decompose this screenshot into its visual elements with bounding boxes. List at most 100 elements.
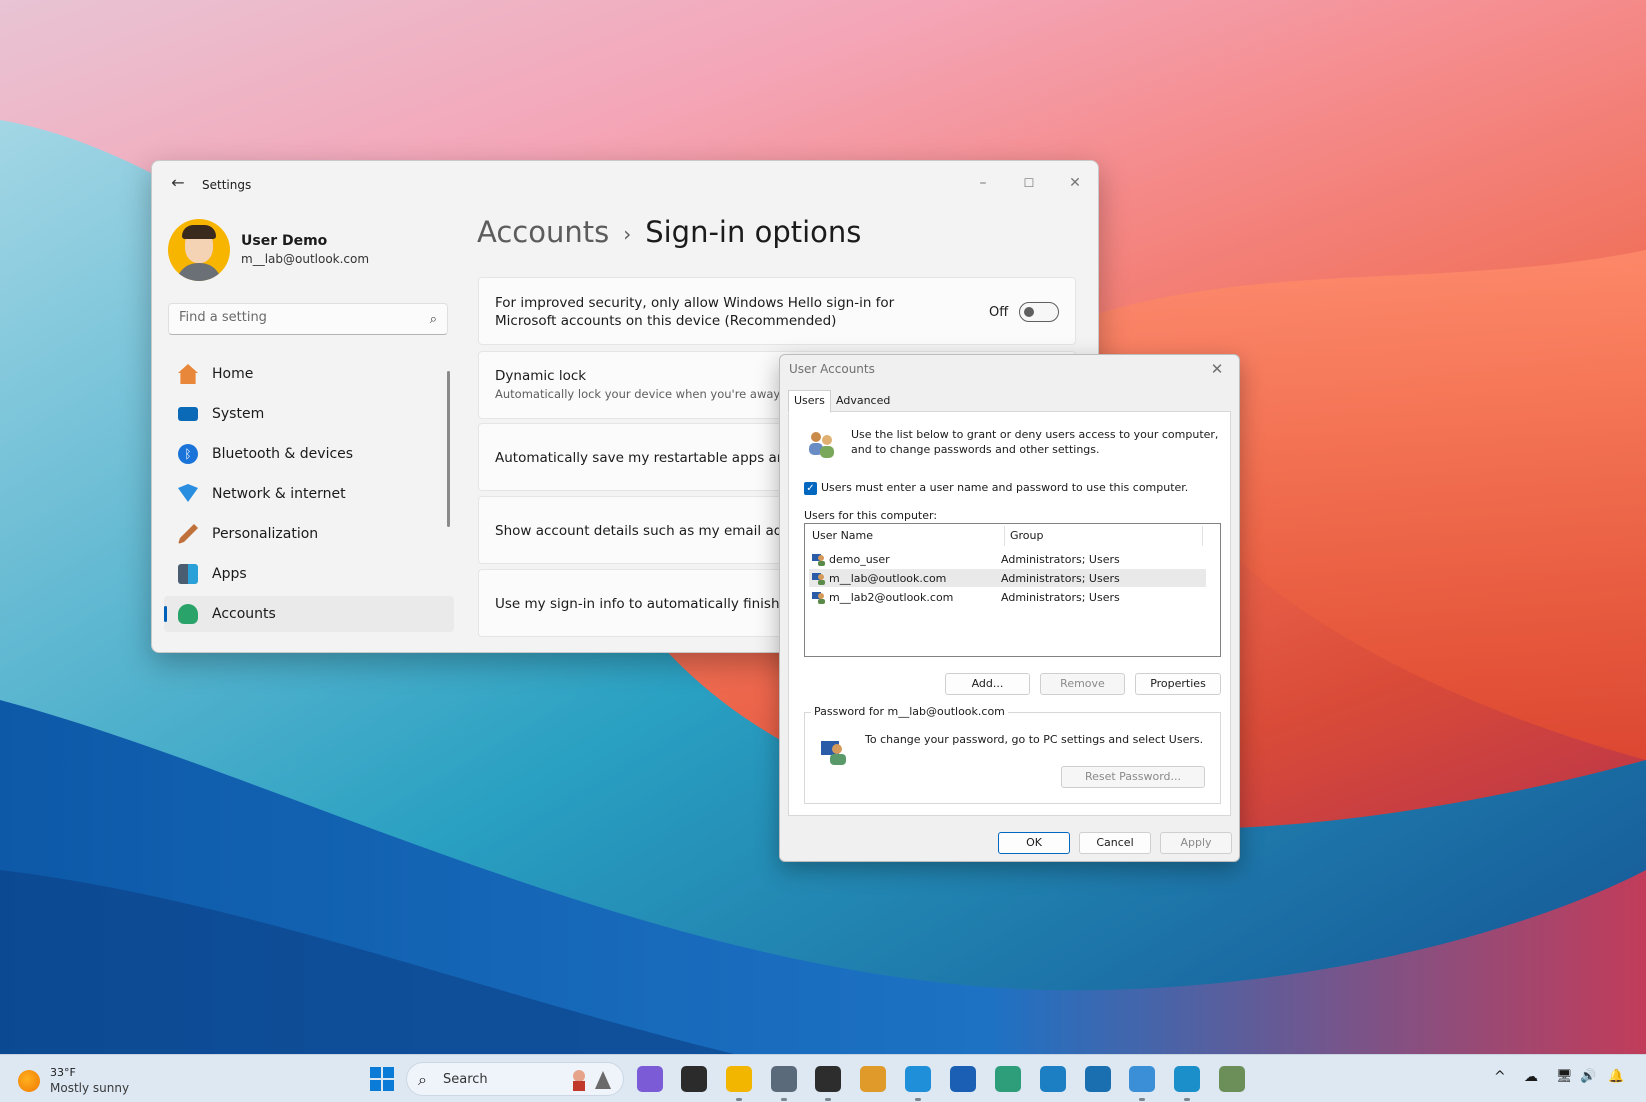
cancel-button[interactable]: Cancel xyxy=(1079,832,1151,854)
reset-password-button[interactable]: Reset Password... xyxy=(1061,766,1205,788)
sidebar-item-label: Personalization xyxy=(212,526,319,542)
running-indicator xyxy=(736,1098,742,1101)
user-profile-card[interactable]: User Demo m__lab@outlook.com xyxy=(168,219,438,283)
store-icon[interactable] xyxy=(950,1066,976,1092)
remove-user-button[interactable]: Remove xyxy=(1040,673,1125,695)
edge-canary-icon[interactable] xyxy=(995,1066,1021,1092)
running-indicator xyxy=(915,1098,921,1101)
card-title: Show account details such as my email ad… xyxy=(495,523,812,539)
settings-titlebar: ← Settings – ☐ ✕ xyxy=(152,161,1098,205)
info-text: Use the list below to grant or deny user… xyxy=(851,428,1219,456)
tab-users[interactable]: Users xyxy=(788,390,831,413)
back-arrow-icon[interactable]: ← xyxy=(168,175,188,191)
sidebar-item-personalization[interactable]: Personalization xyxy=(164,516,454,552)
column-header-user-name[interactable]: User Name xyxy=(812,529,873,542)
users-list-label: Users for this computer: xyxy=(804,509,938,522)
settings-nav: Home System ᛒ Bluetooth & devices Networ… xyxy=(164,356,454,636)
page-title: Sign-in options xyxy=(645,215,862,249)
user-name-cell: demo_user xyxy=(829,553,890,566)
settings-app-icon[interactable] xyxy=(771,1066,797,1092)
taskbar-search-label: Search xyxy=(443,1072,488,1087)
properties-button[interactable]: Properties xyxy=(1135,673,1221,695)
windows-hello-toggle[interactable] xyxy=(1019,302,1059,322)
find-setting-box[interactable]: ⌕ xyxy=(168,303,448,335)
edge-beta-icon[interactable] xyxy=(1040,1066,1066,1092)
file-explorer-icon[interactable] xyxy=(726,1066,752,1092)
system-icon xyxy=(178,407,198,421)
notes-app-icon[interactable] xyxy=(860,1066,886,1092)
user-icon xyxy=(812,592,825,604)
notifications-icon[interactable]: 🔔 xyxy=(1608,1069,1624,1084)
home-icon xyxy=(178,364,198,384)
add-user-button[interactable]: Add... xyxy=(945,673,1030,695)
user-icon xyxy=(812,554,825,566)
minimize-button[interactable]: – xyxy=(960,169,1006,197)
sidebar-item-label: Network & internet xyxy=(212,486,346,502)
table-row-selected[interactable]: m__lab@outlook.com Administrators; Users xyxy=(809,569,1206,587)
onedrive-cloud-icon[interactable]: ☁ xyxy=(1524,1069,1538,1085)
toggle-state-label: Off xyxy=(989,305,1009,320)
require-password-label[interactable]: Users must enter a user name and passwor… xyxy=(821,481,1188,494)
password-group-legend: Password for m__lab@outlook.com xyxy=(811,705,1008,718)
settings-window-title: Settings xyxy=(202,178,252,192)
user-icon xyxy=(812,573,825,585)
user-accounts-dialog: User Accounts ✕ Users Advanced Use the l… xyxy=(779,354,1240,862)
sidebar-item-label: Bluetooth & devices xyxy=(212,446,354,462)
wifi-icon xyxy=(178,484,198,502)
search-highlight-icon xyxy=(573,1070,611,1091)
breadcrumb-parent[interactable]: Accounts xyxy=(477,215,609,249)
edge-icon[interactable] xyxy=(905,1066,931,1092)
sidebar-item-label: System xyxy=(212,406,265,422)
users-list-header: User Name Group xyxy=(805,524,1220,548)
apply-button[interactable]: Apply xyxy=(1160,832,1232,854)
sidebar-item-system[interactable]: System xyxy=(164,396,454,432)
chevron-up-icon[interactable]: ^ xyxy=(1494,1069,1506,1085)
user-name-cell: m__lab2@outlook.com xyxy=(829,591,954,604)
column-header-group[interactable]: Group xyxy=(1010,529,1044,542)
weather-widget[interactable]: 33°F Mostly sunny xyxy=(18,1064,178,1096)
card-title: Dynamic lock xyxy=(495,368,587,384)
search-icon: ⌕ xyxy=(418,1070,427,1089)
windows-start-icon[interactable] xyxy=(370,1067,394,1091)
user-name: User Demo xyxy=(241,233,328,249)
apps-icon xyxy=(178,564,198,584)
accounts-icon xyxy=(178,604,198,624)
sidebar-item-home[interactable]: Home xyxy=(164,356,454,392)
running-indicator xyxy=(1184,1098,1190,1101)
sidebar-scrollbar[interactable] xyxy=(447,371,450,527)
card-title: Use my sign-in info to automatically fin… xyxy=(495,596,810,612)
card-title: For improved security, only allow Window… xyxy=(495,295,895,329)
dialog-title: User Accounts xyxy=(789,362,875,376)
sidebar-item-apps[interactable]: Apps xyxy=(164,556,454,592)
volume-icon[interactable]: 🔊 xyxy=(1580,1069,1596,1084)
sidebar-item-bluetooth[interactable]: ᛒ Bluetooth & devices xyxy=(164,436,454,472)
table-row[interactable]: demo_user Administrators; Users xyxy=(809,550,1206,568)
close-button[interactable]: ✕ xyxy=(1052,169,1098,197)
search-icon: ⌕ xyxy=(429,312,437,327)
task-view-icon[interactable] xyxy=(681,1066,707,1092)
notepad-icon[interactable] xyxy=(1129,1066,1155,1092)
users-list[interactable]: User Name Group demo_user Administrators… xyxy=(804,523,1221,657)
sidebar-item-accounts[interactable]: Accounts xyxy=(164,596,454,632)
table-row[interactable]: m__lab2@outlook.com Administrators; User… xyxy=(809,588,1206,606)
tab-advanced[interactable]: Advanced xyxy=(830,390,896,412)
copilot-icon[interactable] xyxy=(637,1066,663,1092)
maximize-button[interactable]: ☐ xyxy=(1006,169,1052,197)
user-accounts-icon[interactable] xyxy=(1219,1066,1245,1092)
edge-dev-icon[interactable] xyxy=(1085,1066,1111,1092)
terminal-icon[interactable] xyxy=(815,1066,841,1092)
sidebar-item-network[interactable]: Network & internet xyxy=(164,476,454,512)
taskbar-search[interactable]: ⌕ Search xyxy=(406,1062,624,1096)
card-description: Automatically lock your device when you'… xyxy=(495,387,781,401)
require-password-checkbox[interactable]: ✓ xyxy=(804,482,817,495)
edge-icon-2[interactable] xyxy=(1174,1066,1200,1092)
ok-button[interactable]: OK xyxy=(998,832,1070,854)
breadcrumb: Accounts › Sign-in options xyxy=(477,215,861,249)
network-icon[interactable]: 🖥 xyxy=(1556,1069,1573,1084)
users-group-icon xyxy=(809,432,834,458)
dialog-close-button[interactable]: ✕ xyxy=(1203,357,1231,381)
taskbar: 33°F Mostly sunny ⌕ Search ^ ☁ 🖥 🔊 🔔 xyxy=(0,1054,1646,1102)
find-setting-input[interactable] xyxy=(179,310,409,325)
running-indicator xyxy=(825,1098,831,1101)
user-group-cell: Administrators; Users xyxy=(1001,591,1120,604)
